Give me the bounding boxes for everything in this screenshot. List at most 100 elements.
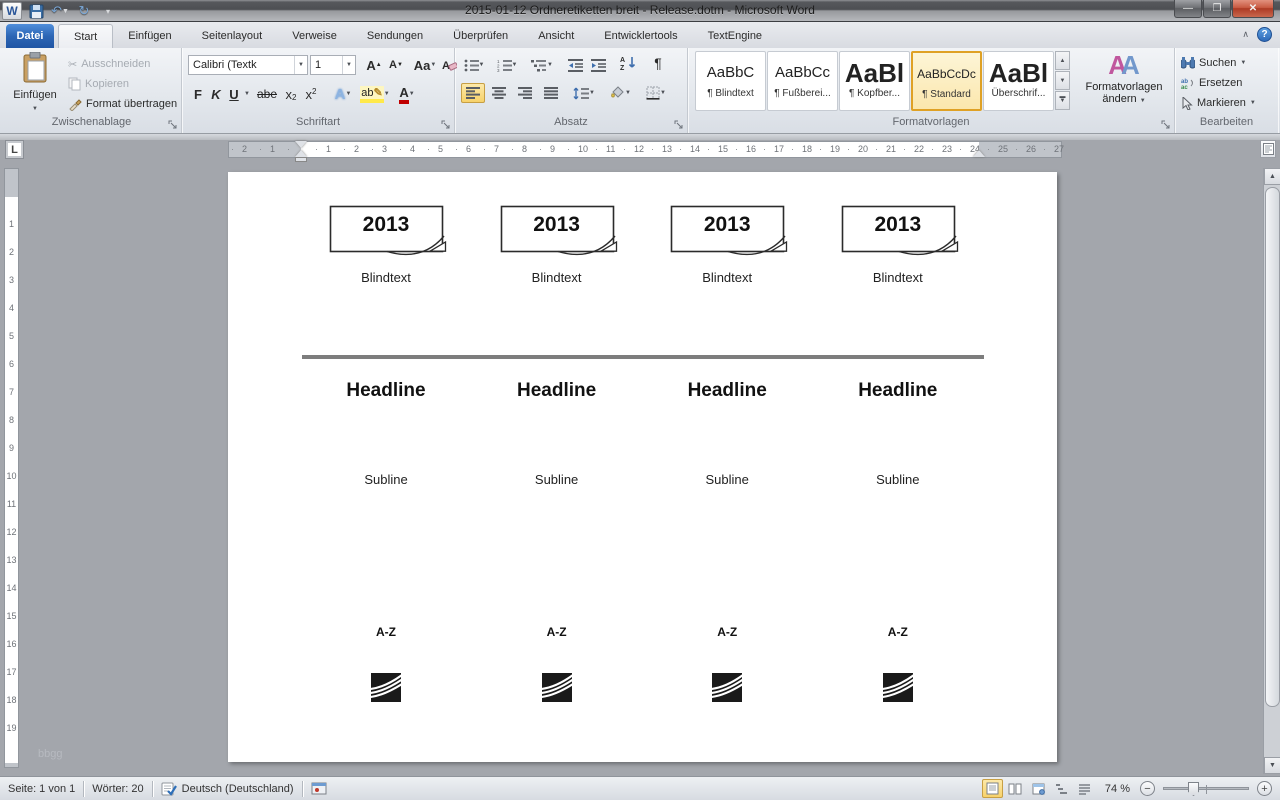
year-tab-shape[interactable]: 2013 [500, 205, 620, 259]
style-card[interactable]: AaBl¶ Kopfber... [839, 51, 910, 111]
cut-button[interactable]: ✂ Ausschneiden [66, 54, 152, 74]
document-page[interactable]: 2013 Blindtext Headline Subline A-Z 2013 Blind… [228, 172, 1057, 762]
style-card[interactable]: AaBbCcDc¶ Standard [911, 51, 982, 111]
align-right-button[interactable] [513, 83, 537, 103]
style-card[interactable]: AaBbCc¶ Fußberei... [767, 51, 838, 111]
tab-überprüfen[interactable]: Überprüfen [438, 24, 523, 48]
find-button[interactable]: Suchen▼ [1179, 53, 1248, 73]
year-text[interactable]: 2013 [329, 213, 443, 237]
strikethrough-button[interactable]: abe [254, 84, 280, 104]
blindtext-text[interactable]: Blindtext [301, 270, 471, 285]
gallery-more-button[interactable]: ▼▬ [1055, 91, 1070, 110]
view-web-layout-button[interactable] [1028, 779, 1049, 798]
zoom-out-button[interactable]: − [1140, 781, 1155, 796]
tab-ansicht[interactable]: Ansicht [523, 24, 589, 48]
increase-indent-button[interactable] [588, 55, 608, 75]
decrease-indent-button[interactable] [565, 55, 585, 75]
subline-text[interactable]: Subline [472, 472, 642, 487]
font-name-combobox[interactable]: Calibri (Textk ▼ [188, 55, 308, 75]
bold-button[interactable]: F [190, 84, 206, 104]
view-fullscreen-reading-button[interactable] [1005, 779, 1026, 798]
headline-text[interactable]: Headline [301, 380, 471, 402]
tab-entwicklertools[interactable]: Entwicklertools [589, 24, 692, 48]
style-card[interactable]: AaBlÜberschrif... [983, 51, 1054, 111]
year-tab-shape[interactable]: 2013 [841, 205, 961, 259]
az-text[interactable]: A-Z [301, 625, 471, 639]
tab-verweise[interactable]: Verweise [277, 24, 352, 48]
gallery-down-button[interactable]: ▼ [1055, 71, 1070, 90]
subline-text[interactable]: Subline [813, 472, 983, 487]
styles-dialog-launcher[interactable] [1161, 120, 1171, 130]
change-case-button[interactable]: Aa▼ [412, 55, 438, 75]
view-print-layout-button[interactable] [982, 779, 1003, 798]
view-draft-button[interactable] [1074, 779, 1095, 798]
ruler-toggle-button[interactable] [1260, 140, 1276, 158]
underline-options-caret[interactable]: ▼ [242, 84, 252, 104]
format-painter-button[interactable]: Format übertragen [66, 94, 179, 114]
minimize-button[interactable]: — [1174, 0, 1202, 18]
shrink-font-button[interactable]: A▼ [386, 55, 406, 75]
az-text[interactable]: A-Z [642, 625, 812, 639]
spellcheck-status[interactable]: Deutsch (Deutschland) [153, 781, 302, 797]
help-button[interactable]: ? [1257, 27, 1272, 42]
tab-einfügen[interactable]: Einfügen [113, 24, 186, 48]
subscript-button[interactable]: x2 [282, 84, 300, 104]
chevron-down-icon[interactable]: ▼ [342, 56, 355, 74]
paragraph-dialog-launcher[interactable] [674, 120, 684, 130]
scroll-up-button[interactable]: ▲ [1264, 168, 1280, 185]
year-tab-shape[interactable]: 2013 [329, 205, 449, 259]
blindtext-text[interactable]: Blindtext [813, 270, 983, 285]
tab-textengine[interactable]: TextEngine [693, 24, 777, 48]
sort-button[interactable]: A Z [617, 53, 641, 73]
scroll-down-button[interactable]: ▼ [1264, 757, 1280, 774]
clipboard-dialog-launcher[interactable] [168, 120, 178, 130]
right-indent-marker[interactable] [973, 150, 985, 157]
year-text[interactable]: 2013 [500, 213, 614, 237]
tab-seitenlayout[interactable]: Seitenlayout [187, 24, 278, 48]
first-line-indent-marker[interactable] [295, 141, 307, 148]
headline-text[interactable]: Headline [642, 380, 812, 402]
align-center-button[interactable] [487, 83, 511, 103]
word-count[interactable]: Wörter: 20 [84, 781, 151, 797]
text-effects-button[interactable]: A▼ [330, 84, 356, 104]
replace-button[interactable]: ab ac Ersetzen [1179, 73, 1244, 93]
highlight-button[interactable]: ab✎▼ [360, 84, 390, 104]
document-area[interactable]: 12345678910111213141516171819 bbgg 2013B… [0, 166, 1280, 776]
collapse-ribbon-icon[interactable]: ∧ [1242, 29, 1249, 40]
year-text[interactable]: 2013 [841, 213, 955, 237]
scrollbar-thumb[interactable] [1265, 187, 1280, 707]
select-button[interactable]: Markieren▼ [1179, 93, 1258, 113]
justify-button[interactable] [539, 83, 563, 103]
multilevel-list-button[interactable]: ▼ [527, 55, 557, 75]
vertical-scrollbar[interactable]: ▲ ▼ [1263, 168, 1280, 774]
blindtext-text[interactable]: Blindtext [472, 270, 642, 285]
copy-button[interactable]: Kopieren [66, 74, 131, 94]
font-size-combobox[interactable]: 1 ▼ [310, 55, 356, 75]
zoom-slider[interactable] [1163, 787, 1249, 790]
bullets-button[interactable]: ▼ [461, 55, 487, 75]
subline-text[interactable]: Subline [642, 472, 812, 487]
page-indicator[interactable]: Seite: 1 von 1 [0, 781, 83, 797]
macro-recording-button[interactable] [303, 781, 335, 797]
hanging-indent-marker[interactable] [295, 150, 307, 157]
numbering-button[interactable]: 1 2 3 ▼ [493, 55, 521, 75]
shading-button[interactable]: ▼ [605, 83, 635, 103]
left-indent-marker[interactable] [295, 157, 307, 162]
zoom-level[interactable]: 74 % [1097, 783, 1138, 795]
subline-text[interactable]: Subline [301, 472, 471, 487]
az-text[interactable]: A-Z [472, 625, 642, 639]
tab-start[interactable]: Start [58, 24, 113, 48]
view-outline-button[interactable] [1051, 779, 1072, 798]
chevron-down-icon[interactable]: ▼ [294, 56, 307, 74]
style-card[interactable]: AaBbC¶ Blindtext [695, 51, 766, 111]
restore-button[interactable]: ❐ [1203, 0, 1231, 18]
zoom-in-button[interactable]: + [1257, 781, 1272, 796]
superscript-button[interactable]: x2 [302, 84, 320, 104]
tab-file[interactable]: Datei [6, 24, 54, 48]
paste-button[interactable]: Einfügen ▼ [10, 52, 60, 116]
az-text[interactable]: A-Z [813, 625, 983, 639]
gallery-up-button[interactable]: ▲ [1055, 51, 1070, 70]
headline-text[interactable]: Headline [472, 380, 642, 402]
align-left-button[interactable] [461, 83, 485, 103]
font-dialog-launcher[interactable] [441, 120, 451, 130]
